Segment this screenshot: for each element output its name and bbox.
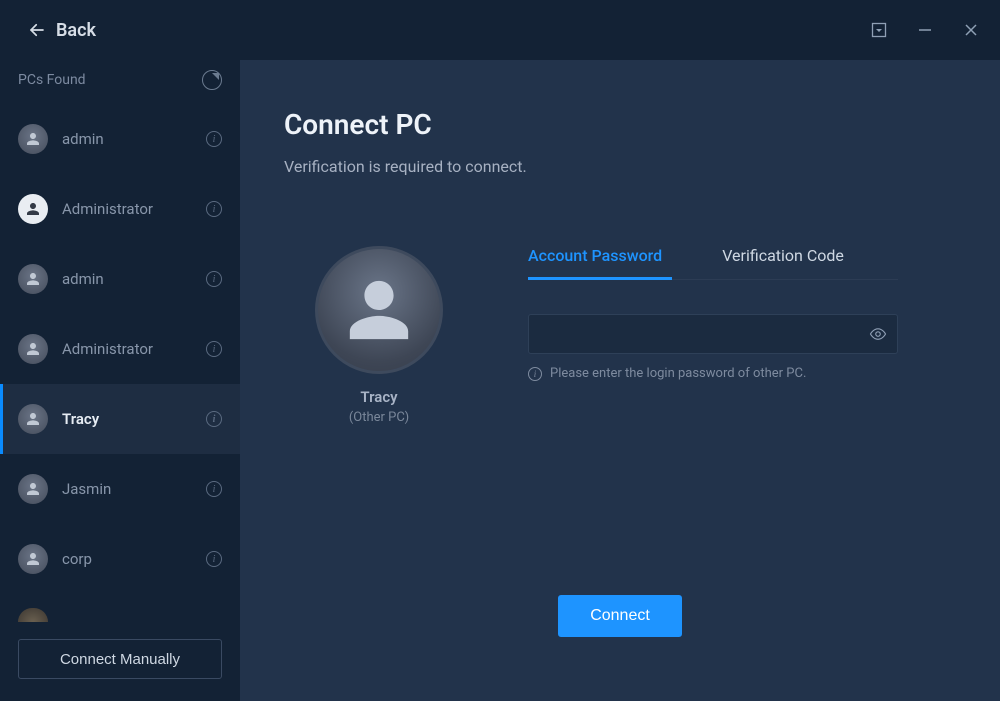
profile-sub: (Other PC) — [349, 410, 409, 425]
password-input-wrap — [528, 314, 898, 354]
info-icon[interactable]: i — [206, 481, 222, 497]
pc-item-tracy[interactable]: Tracy i — [0, 384, 240, 454]
content: PCs Found admin i Administrator i — [0, 60, 1000, 701]
pc-item-admin[interactable]: admin i — [0, 104, 240, 174]
pc-name: admin — [62, 130, 192, 148]
info-icon[interactable]: i — [206, 131, 222, 147]
back-label: Back — [56, 20, 96, 41]
avatar-icon — [18, 608, 48, 622]
info-icon[interactable]: i — [206, 341, 222, 357]
eye-icon — [869, 325, 887, 343]
password-input[interactable] — [528, 314, 898, 354]
dropdown-window-button[interactable] — [870, 21, 888, 39]
titlebar: Back — [0, 0, 1000, 60]
avatar-icon — [18, 194, 48, 224]
connect-manually-wrap: Connect Manually — [0, 639, 240, 701]
avatar-icon — [18, 264, 48, 294]
minimize-button[interactable] — [916, 21, 934, 39]
profile-avatar — [315, 246, 443, 374]
page-title: Connect PC — [284, 108, 956, 141]
connect-manually-button[interactable]: Connect Manually — [18, 639, 222, 679]
pc-item-admin-2[interactable]: admin i — [0, 244, 240, 314]
password-hint: i Please enter the login password of oth… — [528, 366, 898, 381]
pc-item-administrator-2[interactable]: Administrator i — [0, 314, 240, 384]
connect-button[interactable]: Connect — [558, 595, 682, 637]
pc-name: Jasmin — [62, 480, 192, 498]
pc-item-administrator[interactable]: Administrator i — [0, 174, 240, 244]
avatar-icon — [18, 544, 48, 574]
info-icon[interactable]: i — [206, 551, 222, 567]
tab-verification-code[interactable]: Verification Code — [722, 246, 844, 279]
form-row: Tracy (Other PC) Account Password Verifi… — [284, 246, 956, 425]
pc-list: admin i Administrator i admin i — [0, 104, 240, 639]
back-button[interactable]: Back — [28, 20, 96, 41]
profile: Tracy (Other PC) — [294, 246, 464, 425]
main-panel: Connect PC Verification is required to c… — [240, 60, 1000, 701]
arrow-left-icon — [28, 21, 46, 39]
sidebar-header: PCs Found — [0, 60, 240, 104]
tab-account-password[interactable]: Account Password — [528, 246, 662, 279]
pc-name: Administrator — [62, 200, 192, 218]
info-icon[interactable]: i — [206, 411, 222, 427]
refresh-icon[interactable] — [202, 70, 222, 90]
sidebar-title: PCs Found — [18, 72, 86, 88]
auth-tabs: Account Password Verification Code — [528, 246, 898, 280]
form-column: Account Password Verification Code i Ple… — [528, 246, 898, 425]
pc-item-partial[interactable] — [0, 594, 240, 622]
sidebar: PCs Found admin i Administrator i — [0, 60, 240, 701]
connect-button-wrap: Connect — [284, 595, 956, 677]
pc-item-corp[interactable]: corp i — [0, 524, 240, 594]
pc-name: admin — [62, 270, 192, 288]
toggle-password-visibility[interactable] — [868, 324, 888, 344]
info-icon[interactable]: i — [206, 201, 222, 217]
info-icon[interactable]: i — [206, 271, 222, 287]
pc-name: corp — [62, 550, 192, 568]
page-subtitle: Verification is required to connect. — [284, 157, 956, 176]
avatar-icon — [18, 404, 48, 434]
pc-item-jasmin[interactable]: Jasmin i — [0, 454, 240, 524]
avatar-icon — [18, 124, 48, 154]
window-controls — [870, 21, 980, 39]
avatar-icon — [18, 474, 48, 504]
avatar-icon — [18, 334, 48, 364]
pc-name: Administrator — [62, 340, 192, 358]
close-button[interactable] — [962, 21, 980, 39]
pc-name: Tracy — [62, 410, 192, 428]
info-icon: i — [528, 367, 542, 381]
hint-text: Please enter the login password of other… — [550, 366, 806, 381]
profile-name: Tracy — [360, 388, 397, 406]
